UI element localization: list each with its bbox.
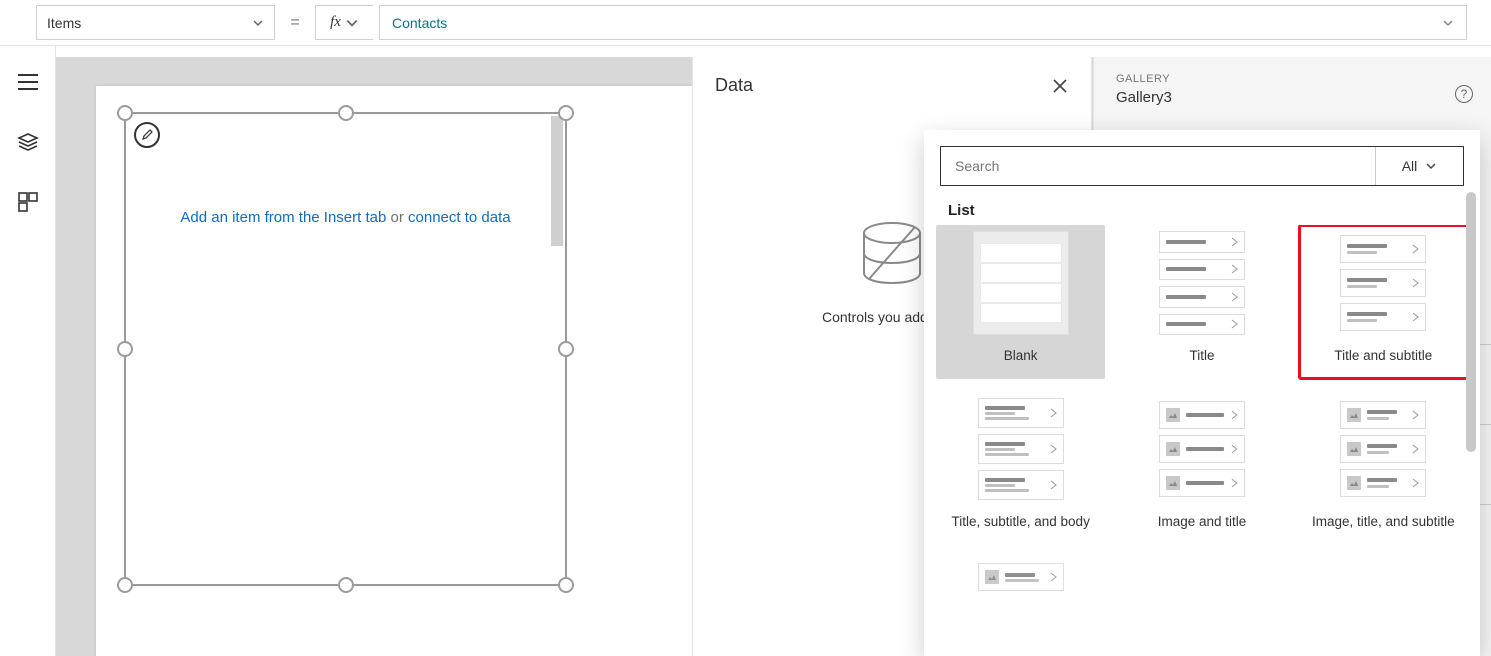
layout-thumb: [1335, 397, 1431, 501]
layout-blank[interactable]: Blank: [936, 225, 1105, 379]
properties-type-label: GALLERY: [1116, 73, 1469, 85]
side-tab-strip: [1479, 265, 1491, 656]
layout-image-title[interactable]: Image and title: [1117, 391, 1286, 545]
layout-scrollbar[interactable]: [1466, 192, 1476, 452]
property-dropdown-value: Items: [47, 15, 81, 31]
chevron-down-icon: [345, 16, 359, 30]
resize-handle[interactable]: [117, 105, 133, 121]
formula-value: Contacts: [392, 15, 447, 31]
layout-caption: Title, subtitle, and body: [951, 505, 1089, 539]
hint-insert-link[interactable]: Add an item from the Insert tab: [180, 209, 386, 226]
insert-icon[interactable]: [16, 190, 40, 214]
layout-thumb: [1335, 231, 1431, 335]
properties-control-name: Gallery3: [1116, 89, 1469, 106]
resize-handle[interactable]: [117, 577, 133, 593]
formula-bar: Items = fx Contacts: [36, 5, 1467, 40]
layout-item-partial[interactable]: [936, 557, 1105, 609]
layout-grid: Blank Title Title and subtitle: [924, 225, 1480, 621]
gallery-selection[interactable]: Add an item from the Insert tab or conne…: [124, 112, 567, 586]
resize-handle[interactable]: [558, 341, 574, 357]
layout-section-label: List: [924, 192, 1480, 225]
gallery-hint: Add an item from the Insert tab or conne…: [126, 209, 565, 226]
layers-icon[interactable]: [16, 130, 40, 154]
property-dropdown[interactable]: Items: [36, 5, 275, 40]
side-tab[interactable]: [1479, 345, 1491, 425]
resize-handle[interactable]: [338, 577, 354, 593]
data-panel-title: Data: [715, 75, 753, 96]
layout-title[interactable]: Title: [1117, 225, 1286, 379]
help-icon[interactable]: ?: [1455, 85, 1473, 103]
layout-thumb: [973, 397, 1069, 501]
layout-search-bar: All: [940, 146, 1464, 186]
layout-thumb: [1154, 397, 1250, 501]
formula-input[interactable]: Contacts: [379, 5, 1467, 40]
resize-handle[interactable]: [338, 105, 354, 121]
layout-picker-popover: All List Blank Title: [924, 130, 1480, 656]
equals-label: =: [281, 14, 309, 32]
divider: [0, 45, 1491, 46]
properties-header: GALLERY Gallery3: [1094, 57, 1491, 110]
database-icon: [855, 217, 929, 291]
layout-search-input[interactable]: [941, 147, 1375, 185]
data-panel-header: Data: [693, 57, 1091, 114]
layout-title-subtitle-body[interactable]: Title, subtitle, and body: [936, 391, 1105, 545]
side-tab[interactable]: [1479, 425, 1491, 505]
layout-thumb: [1154, 231, 1250, 335]
layout-caption: Title and subtitle: [1334, 339, 1432, 373]
resize-handle[interactable]: [558, 577, 574, 593]
layout-thumb: [973, 563, 1069, 603]
layout-caption: Image, title, and subtitle: [1312, 505, 1455, 539]
left-rail: [0, 46, 56, 656]
resize-handle[interactable]: [558, 105, 574, 121]
layout-filter-dropdown[interactable]: All: [1375, 147, 1463, 185]
edit-icon[interactable]: [134, 122, 160, 148]
hamburger-icon[interactable]: [16, 70, 40, 94]
hint-connect-link[interactable]: connect to data: [408, 209, 511, 226]
hint-or: or: [386, 209, 408, 226]
gallery-scrollbar[interactable]: [551, 116, 563, 246]
resize-handle[interactable]: [117, 341, 133, 357]
layout-title-subtitle[interactable]: Title and subtitle: [1299, 225, 1468, 379]
close-icon[interactable]: [1051, 77, 1069, 95]
layout-caption: Blank: [1004, 339, 1038, 373]
layout-image-title-subtitle[interactable]: Image, title, and subtitle: [1299, 391, 1468, 545]
layout-thumb: [973, 231, 1069, 335]
layout-caption: Image and title: [1158, 505, 1247, 539]
layout-caption: Title: [1189, 339, 1214, 373]
side-tab[interactable]: [1479, 265, 1491, 345]
chevron-down-icon: [1442, 17, 1454, 29]
layout-filter-label: All: [1402, 158, 1418, 174]
chevron-down-icon: [1425, 160, 1437, 172]
chevron-down-icon: [252, 17, 264, 29]
fx-button[interactable]: fx: [315, 5, 373, 40]
